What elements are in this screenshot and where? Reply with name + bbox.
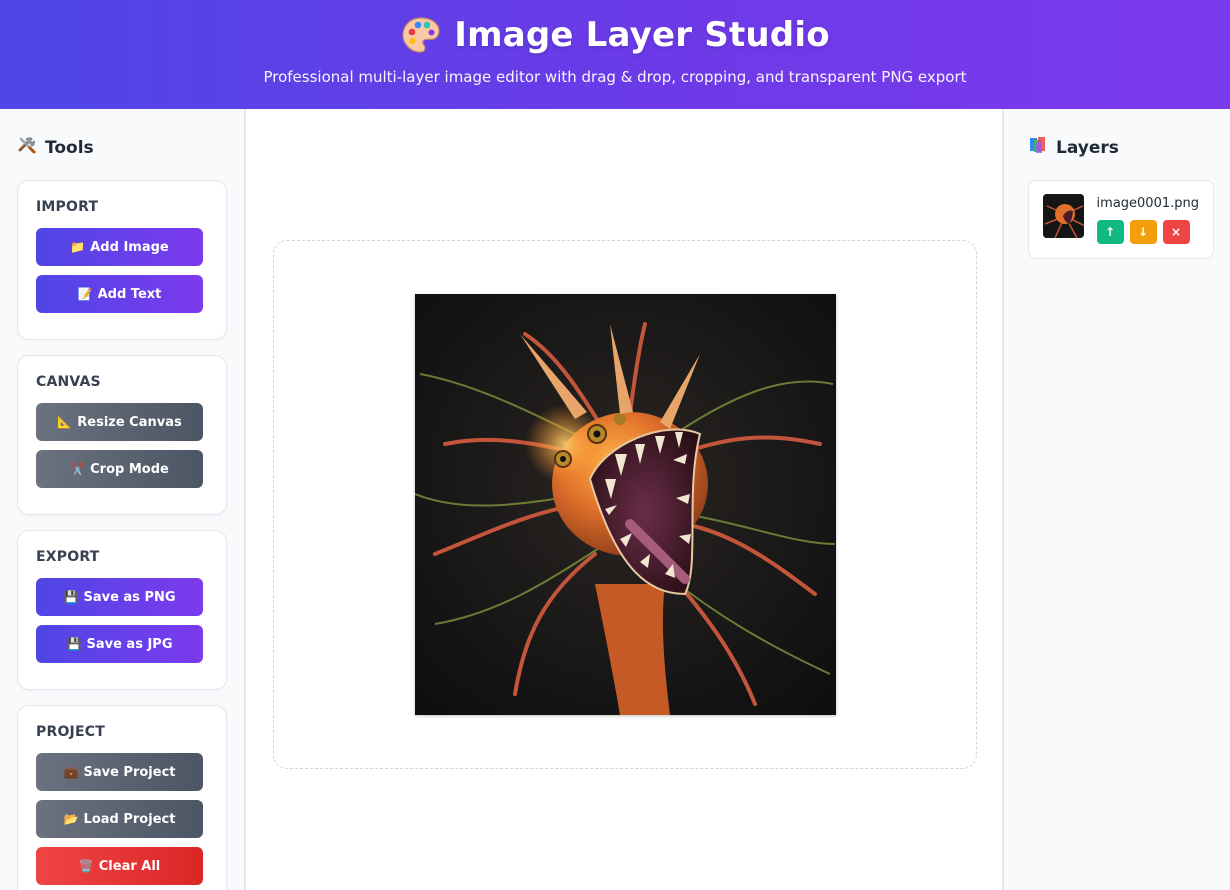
import-group: IMPORT 📁 Add Image 📝 Add Text [17, 180, 227, 340]
layers-title: Layers [1056, 137, 1119, 158]
app-title: Image Layer Studio [454, 15, 830, 55]
palette-icon [400, 14, 442, 56]
save-png-button[interactable]: 💾 Save as PNG [36, 578, 203, 616]
add-image-button[interactable]: 📁 Add Image [36, 228, 203, 266]
add-text-label: Add Text [97, 286, 162, 302]
layer-item[interactable]: image0001.png ↑ ↓ × [1028, 180, 1214, 259]
layer-name: image0001.png [1096, 196, 1199, 211]
scissors-icon: ✂️ [70, 462, 86, 476]
load-project-label: Load Project [83, 811, 176, 827]
canvas-group-title: CANVAS [36, 374, 101, 390]
triangle-ruler-icon: 📐 [57, 415, 73, 429]
save-jpg-button[interactable]: 💾 Save as JPG [36, 625, 203, 663]
layers-heading: Layers [1028, 135, 1214, 160]
canvas-group: CANVAS 📐 Resize Canvas ✂️ Crop Mode [17, 355, 227, 515]
crop-mode-label: Crop Mode [90, 461, 169, 477]
clear-all-button[interactable]: 🗑️ Clear All [36, 847, 203, 885]
app-header: Image Layer Studio Professional multi-la… [0, 0, 1230, 109]
open-folder-icon: 📂 [63, 812, 79, 826]
clear-all-label: Clear All [98, 858, 161, 874]
crop-mode-button[interactable]: ✂️ Crop Mode [36, 450, 203, 488]
tools-title: Tools [45, 137, 94, 158]
tools-sidebar: Tools IMPORT 📁 Add Image 📝 Add Text CANV… [0, 109, 246, 890]
floppy-disk-icon: 💾 [66, 637, 82, 651]
export-group-title: EXPORT [36, 549, 100, 565]
app-subtitle: Professional multi-layer image editor wi… [263, 68, 967, 86]
briefcase-icon: 💼 [63, 765, 79, 779]
resize-canvas-button[interactable]: 📐 Resize Canvas [36, 403, 203, 441]
import-group-title: IMPORT [36, 199, 99, 215]
save-project-label: Save Project [83, 764, 176, 780]
layers-panel: Layers image0001.png ↑ ↓ × [1004, 109, 1230, 890]
canvas-area[interactable] [273, 240, 977, 769]
save-project-button[interactable]: 💼 Save Project [36, 753, 203, 791]
save-png-label: Save as PNG [83, 589, 176, 605]
trash-icon: 🗑️ [78, 859, 94, 873]
add-text-button[interactable]: 📝 Add Text [36, 275, 203, 313]
layer-thumbnail [1043, 194, 1084, 238]
load-project-button[interactable]: 📂 Load Project [36, 800, 203, 838]
project-group-title: PROJECT [36, 724, 105, 740]
project-group: PROJECT 💼 Save Project 📂 Load Project 🗑️… [17, 705, 227, 890]
tools-heading: Tools [17, 135, 227, 160]
tools-icon [17, 135, 37, 160]
canvas-workspace [246, 109, 1004, 890]
folder-icon: 📁 [70, 240, 86, 254]
resize-canvas-label: Resize Canvas [77, 414, 182, 430]
save-jpg-label: Save as JPG [86, 636, 173, 652]
add-image-label: Add Image [90, 239, 169, 255]
image-layer[interactable] [415, 294, 836, 715]
layers-icon [1028, 135, 1048, 160]
delete-layer-button[interactable]: × [1162, 220, 1190, 244]
export-group: EXPORT 💾 Save as PNG 💾 Save as JPG [17, 530, 227, 690]
move-layer-down-button[interactable]: ↓ [1129, 220, 1157, 244]
floppy-disk-icon: 💾 [63, 590, 79, 604]
move-layer-up-button[interactable]: ↑ [1096, 220, 1124, 244]
memo-icon: 📝 [77, 287, 93, 301]
